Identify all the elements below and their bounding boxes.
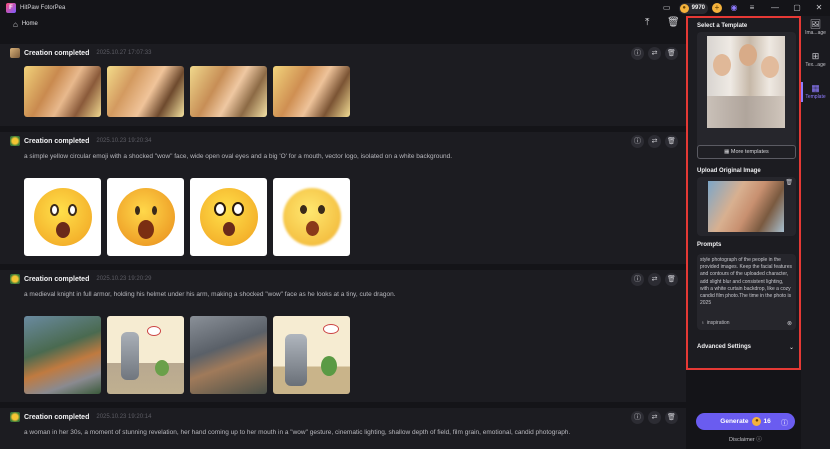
regenerate-icon[interactable]: ⇄ [648,411,661,424]
result-image[interactable] [273,316,350,394]
template-preview[interactable] [697,32,796,155]
info-icon[interactable]: ⓘ [631,273,644,286]
prompt-textarea[interactable]: style photograph of the people in the pr… [697,254,796,330]
delete-icon[interactable]: 🗑 [665,273,678,286]
settings-panel: Select a Template ▦ More templates Uploa… [686,16,801,370]
regenerate-icon[interactable]: ⇄ [648,135,661,148]
rail-item-text-to-image[interactable]: ⊞ Tex...age [801,51,830,68]
generate-label: Generate [720,418,749,425]
info-icon[interactable]: ⓘ [631,135,644,148]
card-title: Creation completed [24,137,90,145]
upload-top-icon[interactable]: ⤒ [645,17,649,28]
credits-count: 9970 [691,5,705,11]
result-image[interactable] [107,316,184,394]
card-title: Creation completed [24,275,90,283]
disclaimer-link[interactable]: Disclaimer ⓘ [729,435,762,443]
result-image[interactable] [24,178,101,256]
template-grid-icon: ▦ [724,149,731,155]
result-image[interactable] [190,178,267,256]
coin-icon: ● [752,417,762,426]
inspiration-label: inspiration [706,320,730,326]
rail-item-template[interactable]: ▦ Template [801,83,830,100]
main-toolbar: ⌂ Home ⤒ 🗑 [0,16,686,32]
delete-upload-icon[interactable]: 🗑 [785,179,793,186]
delete-icon[interactable]: 🗑 [665,47,678,60]
rail-label: Tex...age [805,62,826,68]
card-time: 2025.10.23 19:20:34 [96,138,152,144]
inspiration-button[interactable]: ♁ inspiration [701,320,730,326]
add-credits-icon[interactable]: + [712,3,722,13]
title-bar: F HitPaw FotorPea ▭ ● 9970 + ◉ ≡ — ▢ ✕ [0,0,830,16]
generate-cost: 16 [763,418,771,425]
disclaimer-label: Disclaimer [729,437,755,443]
rail-label: Template [805,94,826,100]
creation-feed: Creation completed 2025.10.27 17:07:33 ⓘ… [0,34,686,449]
user-avatar-icon[interactable]: ◉ [728,2,740,14]
creation-card: Creation completed 2025.10.27 17:07:33 ⓘ… [0,44,686,126]
upload-image-box[interactable]: 🗑 [697,177,796,236]
right-rail: 🖼 Ima...age ⊞ Tex...age ▦ Template [801,16,830,449]
help-icon[interactable]: ⓘ [781,418,788,428]
credits-badge[interactable]: ● 9970 [678,2,708,14]
info-icon[interactable]: ⓘ [631,47,644,60]
card-time: 2025.10.27 17:07:33 [96,50,152,56]
app-window: F HitPaw FotorPea ▭ ● 9970 + ◉ ≡ — ▢ ✕ ⌂… [0,0,830,449]
card-thumbnail [10,48,20,58]
menu-icon[interactable]: ≡ [746,2,758,14]
delete-icon[interactable]: 🗑 [665,135,678,148]
delete-icon[interactable]: 🗑 [665,411,678,424]
card-title: Creation completed [24,413,90,421]
home-link[interactable]: Home [22,21,38,27]
card-time: 2025.10.23 19:20:29 [96,276,152,282]
upload-title: Upload Original Image [697,168,761,174]
coin-icon: ● [679,3,689,13]
task-list-icon[interactable]: ▭ [661,2,673,14]
chevron-down-icon: ⌄ [788,345,794,351]
app-logo-icon: F [6,3,16,13]
more-templates-button[interactable]: ▦ More templates [697,145,796,159]
regenerate-icon[interactable]: ⇄ [648,273,661,286]
regenerate-icon[interactable]: ⇄ [648,47,661,60]
card-thumbnail [10,412,20,422]
home-icon[interactable]: ⌂ [13,20,18,29]
result-image[interactable] [24,66,101,117]
creation-card: Creation completed 2025.10.23 19:20:14 ⓘ… [0,408,686,449]
select-template-title: Select a Template [697,23,748,29]
lightbulb-icon: ♁ [701,320,705,326]
clear-prompt-icon[interactable]: ⊗ [787,320,792,327]
result-image[interactable] [190,316,267,394]
advanced-settings-label: Advanced Settings [697,344,752,350]
card-prompt: a woman in her 30s, a moment of stunning… [24,429,571,436]
result-image[interactable] [107,66,184,117]
info-icon: ⓘ [756,437,762,443]
prompts-title: Prompts [697,242,722,248]
app-title: HitPaw FotorPea [20,5,66,11]
advanced-settings-toggle[interactable]: Advanced Settings ⌄ [697,344,796,351]
result-image[interactable] [273,178,350,256]
card-prompt: a simple yellow circular emoji with a sh… [24,153,453,160]
rail-label: Ima...age [805,30,826,36]
result-image[interactable] [190,66,267,117]
image-icon: 🖼 [809,19,822,29]
rail-item-image-to-image[interactable]: 🖼 Ima...age [801,19,830,36]
card-title: Creation completed [24,49,90,57]
minimize-button[interactable]: — [764,0,786,16]
result-image[interactable] [107,178,184,256]
creation-card: Creation completed 2025.10.23 19:20:34 ⓘ… [0,132,686,264]
result-image[interactable] [24,316,101,394]
card-time: 2025.10.23 19:20:14 [96,414,152,420]
result-image[interactable] [273,66,350,117]
card-prompt: a medieval knight in full armor, holding… [24,291,396,298]
template-icon: ▦ [811,83,820,93]
more-templates-label: More templates [730,149,769,155]
prompt-text: style photograph of the people in the pr… [700,257,792,307]
delete-all-icon[interactable]: 🗑 [667,17,680,28]
card-thumbnail [10,274,20,284]
close-button[interactable]: ✕ [808,0,830,16]
text-image-icon: ⊞ [811,51,820,61]
creation-card: Creation completed 2025.10.23 19:20:29 ⓘ… [0,270,686,402]
card-thumbnail [10,136,20,146]
info-icon[interactable]: ⓘ [631,411,644,424]
maximize-button[interactable]: ▢ [786,0,808,16]
